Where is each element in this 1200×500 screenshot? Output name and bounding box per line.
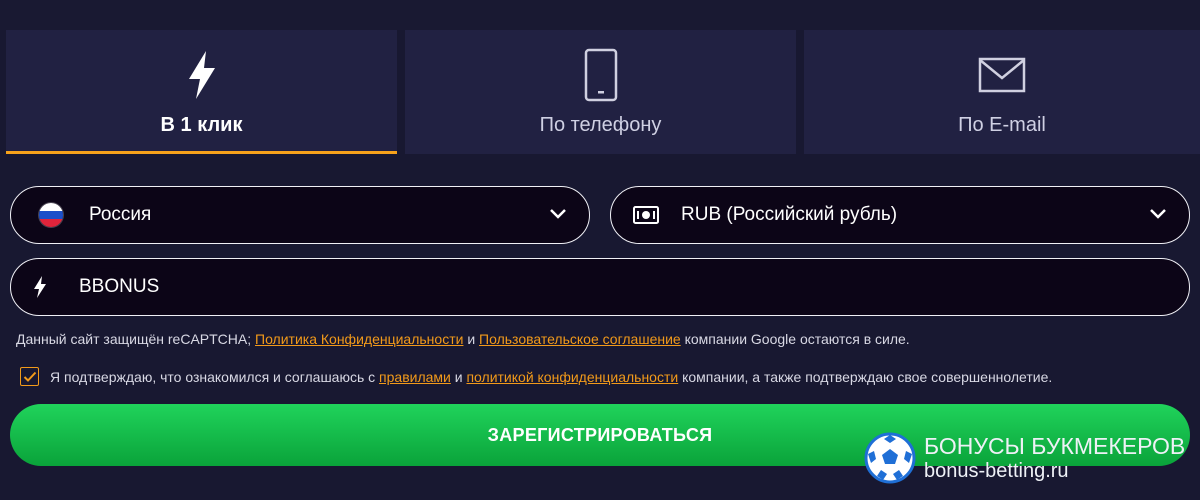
chevron-down-icon <box>1149 207 1167 226</box>
banknote-icon <box>633 206 659 224</box>
recaptcha-and: и <box>467 331 476 347</box>
agreement-checkbox[interactable] <box>20 367 39 386</box>
tab-one-click[interactable]: В 1 клик <box>6 30 397 154</box>
agreement-suffix: компании, а также подтверждаю свое совер… <box>682 369 1053 385</box>
checkmark-icon <box>23 371 36 382</box>
privacy-policy-link[interactable]: Политика Конфиденциальности <box>255 331 463 347</box>
country-value: Россия <box>89 204 152 225</box>
watermark-title: БОНУСЫ БУКМЕКЕРОВ <box>924 433 1186 459</box>
watermark: БОНУСЫ БУКМЕКЕРОВ bonus-betting.ru <box>864 428 1200 488</box>
watermark-url: bonus-betting.ru <box>924 460 1069 482</box>
agreement-text: Я подтверждаю, что ознакомился и соглаша… <box>50 369 1052 385</box>
agreement-and: и <box>454 369 463 385</box>
envelope-icon <box>978 44 1026 106</box>
rules-link[interactable]: правилами <box>379 369 451 385</box>
currency-select[interactable]: RUB (Российский рубль) <box>610 186 1190 244</box>
lightning-icon <box>187 44 217 106</box>
tab-label: По телефону <box>539 114 662 136</box>
tab-email[interactable]: По E-mail <box>804 30 1200 154</box>
promo-code-value: BBONUS <box>79 276 160 297</box>
registration-tabs: В 1 клик По телефону По E-mail <box>6 30 1200 154</box>
recaptcha-suffix: компании Google остаются в силе. <box>684 331 910 347</box>
country-select[interactable]: Россия <box>10 186 590 244</box>
terms-of-use-link[interactable]: Пользовательское соглашение <box>479 331 681 347</box>
recaptcha-prefix: Данный сайт защищён reCAPTCHA; <box>16 331 252 347</box>
russia-flag-icon <box>39 203 63 227</box>
cropped-content-below <box>70 486 490 500</box>
active-tab-indicator <box>6 151 397 154</box>
privacy-policy-link[interactable]: политикой конфиденциальности <box>466 369 678 385</box>
promo-code-input[interactable]: BBONUS <box>10 258 1190 316</box>
top-strip <box>0 0 1200 30</box>
tab-label: В 1 клик <box>160 114 243 136</box>
lightning-icon <box>33 276 47 298</box>
soccer-ball-icon <box>864 432 916 484</box>
chevron-down-icon <box>549 207 567 226</box>
phone-icon <box>584 44 618 106</box>
currency-value: RUB (Российский рубль) <box>681 204 898 225</box>
recaptcha-note: Данный сайт защищён reCAPTCHA; Политика … <box>16 331 910 347</box>
agreement-prefix: Я подтверждаю, что ознакомился и соглаша… <box>50 369 376 385</box>
tab-phone[interactable]: По телефону <box>405 30 796 154</box>
tab-label: По E-mail <box>958 114 1046 136</box>
